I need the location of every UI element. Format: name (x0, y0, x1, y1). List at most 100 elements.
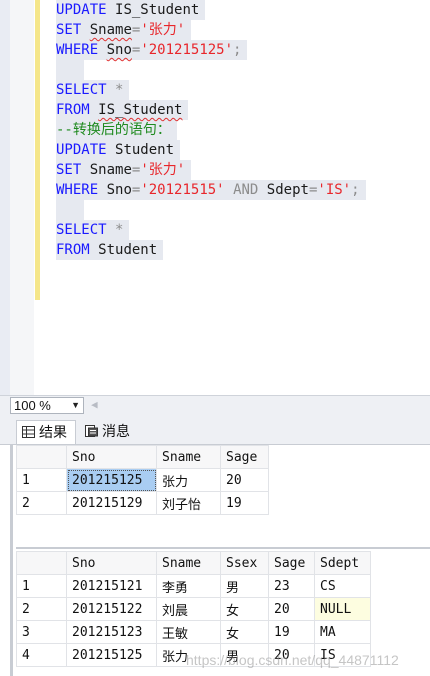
table-row[interactable]: 3 201215123 王敏女 19 MA (16, 620, 371, 644)
grid-cell[interactable]: 19 (220, 491, 269, 515)
grid-cell[interactable]: 李勇 (156, 574, 221, 598)
table-row[interactable]: 1 201215121 李勇男 23 CS (16, 574, 371, 598)
code-token: WHERE (56, 182, 99, 198)
sql-code[interactable]: UPDATE IS_Student SET Sname='张力' WHERE Sno… (56, 0, 366, 260)
grid-header-row: Sno Sname Ssex Sage Sdept (16, 551, 371, 575)
result-tabs: 结果 消息 (0, 415, 430, 445)
grid-cell[interactable]: 女 (220, 620, 269, 644)
grid-corner[interactable] (16, 551, 67, 575)
code-token: '张力' (140, 162, 186, 178)
watermark: https://blog.csdn.net/qq_44871112 (186, 652, 399, 668)
code-line[interactable]: FROM Student (56, 240, 164, 260)
grid-cell[interactable]: 201215125 (66, 643, 157, 667)
row-number[interactable]: 1 (16, 468, 67, 492)
code-token: * (115, 222, 124, 238)
code-token: '201215125' (140, 42, 234, 58)
column-header[interactable]: Sage (220, 445, 269, 469)
code-token: SELECT (56, 222, 107, 238)
code-line[interactable]: SET Sname='张力' (56, 20, 192, 40)
column-header[interactable]: Sname (156, 551, 221, 575)
code-line[interactable] (56, 60, 84, 80)
grid-cell[interactable]: MA (314, 620, 371, 644)
code-token: Sno (106, 42, 132, 58)
grid-cell[interactable]: 201215125 (66, 468, 157, 492)
code-token: '20121515' (140, 182, 225, 198)
column-header[interactable]: Ssex (220, 551, 269, 575)
results-grid-1[interactable]: Sno Sname Sage 1 201215125 张力 20 2 201215129 刘子怡 1… (16, 445, 269, 515)
row-number[interactable]: 4 (16, 643, 67, 667)
column-header[interactable]: Sdept (314, 551, 371, 575)
grid-cell[interactable]: 女 (220, 597, 269, 621)
code-token: Student (98, 242, 158, 258)
grid-corner[interactable] (16, 445, 67, 469)
change-tracking-bar (35, 0, 40, 300)
sql-editor[interactable]: UPDATE IS_Student SET Sname='张力' WHERE Sno… (0, 0, 430, 395)
column-header[interactable]: Sage (268, 551, 315, 575)
tab-messages[interactable]: 消息 (80, 420, 138, 444)
table-row[interactable]: 2 201215122 刘晨女 20 NULL (16, 597, 371, 621)
grid-cell[interactable]: 201215129 (66, 491, 157, 515)
tab-results[interactable]: 结果 (16, 420, 76, 444)
table-row[interactable]: 1 201215125 张力 20 (16, 468, 269, 492)
code-line[interactable]: SET Sname='张力' (56, 160, 192, 180)
grid-cell[interactable]: 201215122 (66, 597, 157, 621)
column-header[interactable]: Sno (66, 551, 157, 575)
grid-cell[interactable]: 201215123 (66, 620, 157, 644)
code-token: SELECT (56, 82, 107, 98)
grid-cell[interactable]: 20 (268, 597, 315, 621)
code-line[interactable]: --转换后的语句： (56, 120, 177, 140)
row-number[interactable]: 2 (16, 491, 67, 515)
grid-cell[interactable]: 刘晨 (156, 597, 221, 621)
grid-cell[interactable]: 23 (268, 574, 315, 598)
scroll-left-icon[interactable]: ◀ (91, 398, 98, 411)
results-left-bar (10, 445, 13, 676)
code-line[interactable]: WHERE Sno='20121515' AND Sdept='IS'; (56, 180, 366, 200)
results-grid-2[interactable]: Sno Sname Ssex Sage Sdept 1 201215121 李勇男 23 CS 2 2… (16, 551, 371, 667)
code-line[interactable]: WHERE Sno='201215125'; (56, 40, 248, 60)
code-token: Sname (89, 162, 132, 178)
chevron-down-icon[interactable]: ▼ (71, 398, 80, 413)
code-token: ; (351, 182, 360, 198)
row-number[interactable]: 1 (16, 574, 67, 598)
code-token: IS_Student (98, 102, 183, 118)
grid-cell[interactable]: 王敏 (156, 620, 221, 644)
row-number[interactable]: 2 (16, 597, 67, 621)
messages-icon (85, 425, 98, 437)
code-token: SET (56, 22, 82, 38)
grid-cell[interactable]: 19 (268, 620, 315, 644)
grid-cell[interactable]: 20 (220, 468, 269, 492)
grid-cell[interactable]: CS (314, 574, 371, 598)
grid-cell[interactable]: 201215121 (66, 574, 157, 598)
grid-cell[interactable]: 刘子怡 (156, 491, 221, 515)
code-token: SET (56, 162, 82, 178)
code-token: * (115, 82, 124, 98)
grid-cell[interactable]: 男 (220, 574, 269, 598)
code-line[interactable] (56, 200, 84, 220)
code-line[interactable]: SELECT * (56, 220, 130, 240)
grid-cell[interactable]: NULL (314, 597, 371, 621)
code-token: ; (233, 42, 242, 58)
zoom-value: 100 % (14, 398, 51, 413)
code-token: UPDATE (56, 2, 107, 18)
code-token: UPDATE (56, 142, 107, 158)
code-line[interactable]: FROM IS_Student (56, 100, 189, 120)
table-row[interactable]: 2 201215129 刘子怡 19 (16, 491, 269, 515)
code-line[interactable]: UPDATE Student (56, 140, 181, 160)
code-line[interactable]: UPDATE IS_Student (56, 0, 206, 20)
code-line[interactable]: SELECT * (56, 80, 130, 100)
editor-status-bar: 100 % ▼ ◀ (0, 395, 430, 415)
row-number[interactable]: 3 (16, 620, 67, 644)
code-token: AND (233, 182, 259, 198)
grid-cell[interactable]: 张力 (156, 468, 221, 492)
zoom-select[interactable]: 100 % ▼ (10, 397, 84, 414)
column-header[interactable]: Sno (66, 445, 157, 469)
column-header[interactable]: Sname (156, 445, 221, 469)
